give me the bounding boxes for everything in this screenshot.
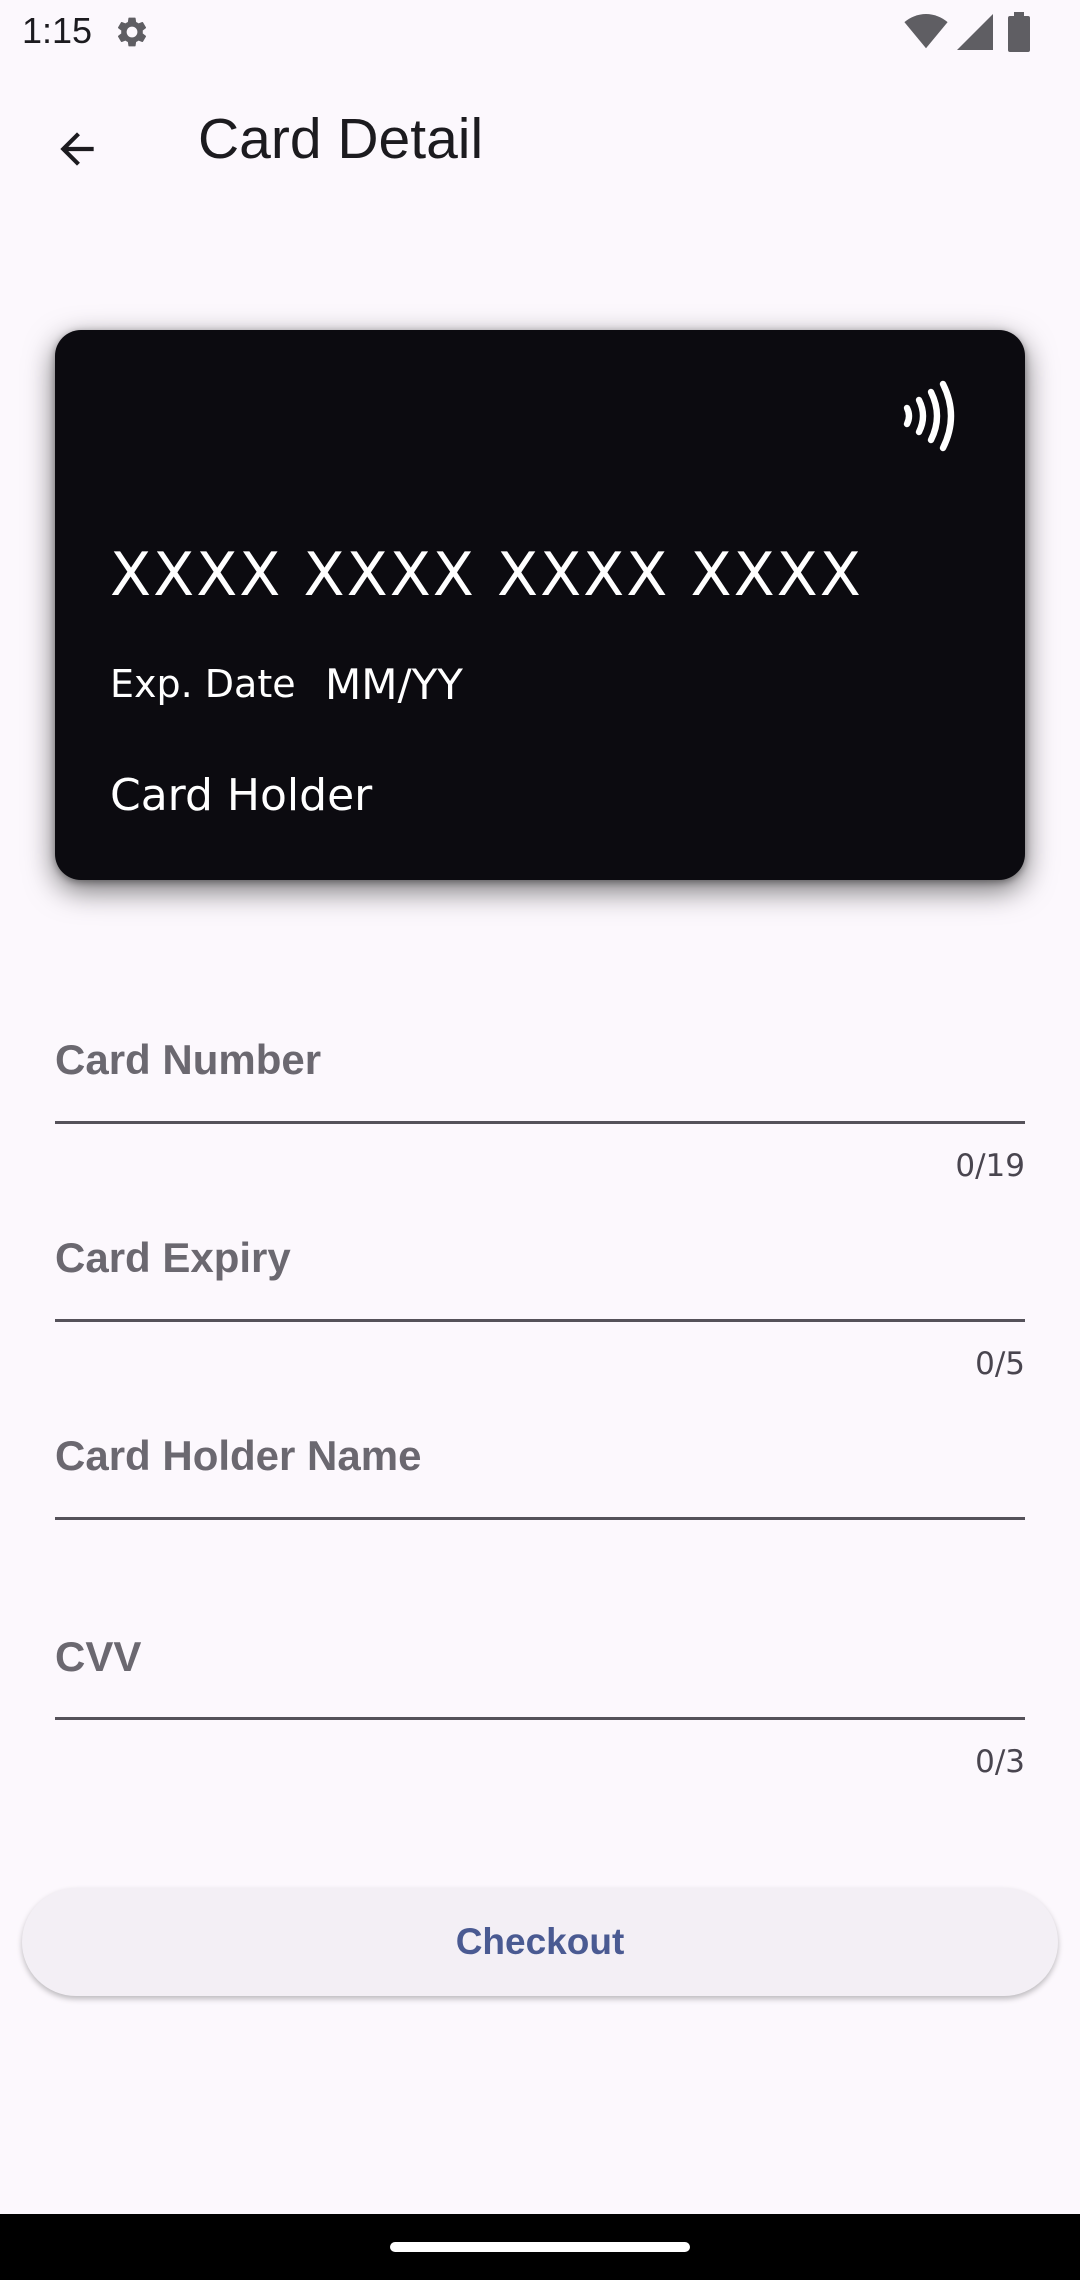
card-number-field[interactable]: Card Number 0/19: [55, 1036, 1025, 1184]
wifi-icon: [904, 14, 948, 49]
card-expiry-counter: 0/5: [975, 1346, 1025, 1382]
status-bar: 1:15: [0, 0, 1080, 66]
home-gesture-handle[interactable]: [390, 2242, 690, 2252]
status-time: 1:15: [22, 10, 93, 51]
navigation-bar: [0, 2214, 1080, 2280]
cvv-field[interactable]: CVV 0/3: [55, 1633, 1025, 1780]
card-number-label: Card Number: [55, 1036, 322, 1083]
card-expiry-field[interactable]: Card Expiry 0/5: [55, 1234, 1025, 1382]
card-holder-display: Card Holder: [110, 770, 373, 821]
page-title: Card Detail: [198, 107, 484, 171]
card-holder-name-field[interactable]: Card Holder Name: [55, 1432, 1025, 1532]
card-expiry-underline: [55, 1319, 1025, 1322]
card-holder-name-underline: [55, 1517, 1025, 1520]
checkout-button[interactable]: Checkout: [22, 1888, 1058, 1996]
app-bar: Card Detail: [0, 66, 1080, 216]
exp-date-label: Exp. Date: [110, 662, 296, 706]
card-preview: XXXX XXXX XXXX XXXX Exp. Date MM/YY Card…: [55, 330, 1025, 880]
card-number-underline: [55, 1121, 1025, 1124]
contactless-icon: [903, 380, 955, 452]
card-expiry-label: Card Expiry: [55, 1234, 291, 1281]
cvv-label: CVV: [55, 1633, 142, 1680]
exp-date-value: MM/YY: [325, 660, 463, 709]
card-number-display: XXXX XXXX XXXX XXXX: [110, 540, 863, 610]
card-number-counter: 0/19: [955, 1148, 1025, 1184]
gear-icon: [117, 17, 147, 47]
cvv-underline: [55, 1717, 1025, 1720]
card-holder-name-label: Card Holder Name: [55, 1432, 422, 1479]
arrow-back-icon: [60, 132, 94, 166]
cvv-counter: 0/3: [975, 1744, 1025, 1780]
status-icons: [904, 12, 1054, 52]
signal-icon: [957, 14, 993, 50]
battery-icon: [1008, 12, 1030, 52]
back-button[interactable]: [36, 108, 118, 190]
